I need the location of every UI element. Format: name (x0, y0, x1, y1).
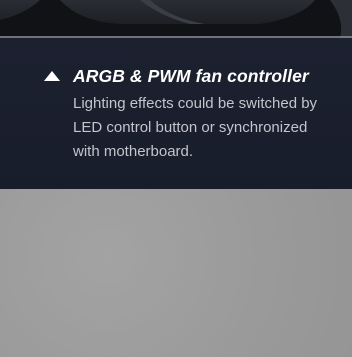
product-photo (0, 0, 352, 38)
feature-title: ARGB & PWM fan controller (73, 65, 309, 86)
feature-heading-row: ARGB & PWM fan controller (44, 65, 309, 87)
triangle-up-icon (44, 71, 60, 81)
feature-panel: ARGB & PWM fan controller Lighting effec… (0, 38, 352, 189)
feature-description: Lighting effects could be switched by LE… (73, 95, 318, 160)
background-texture (0, 189, 352, 357)
product-photo-graphic (0, 0, 352, 38)
